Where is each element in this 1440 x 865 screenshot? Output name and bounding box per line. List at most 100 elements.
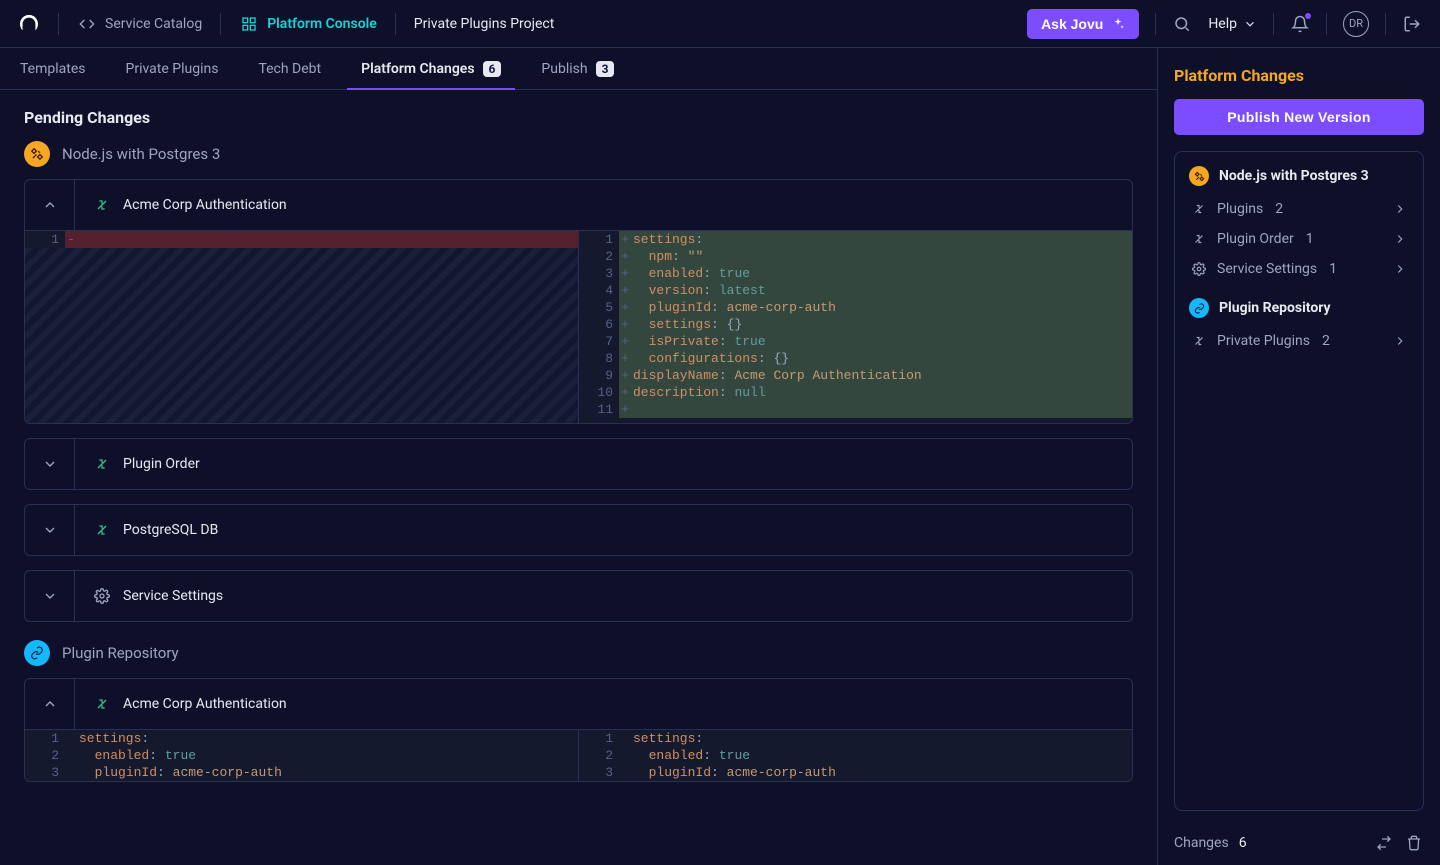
tab-label: Publish — [541, 61, 587, 77]
chevron-down-icon — [42, 522, 58, 538]
sidebar-heading: Platform Changes — [1174, 66, 1424, 85]
panel-header: Acme Corp Authentication — [25, 180, 1132, 230]
grid-icon — [239, 14, 259, 34]
panel-title-text: Plugin Order — [123, 456, 200, 472]
panel-postgresql: PostgreSQL DB — [24, 504, 1133, 556]
chevron-right-icon — [1393, 334, 1407, 348]
diff-line: 3 pluginId: acme-corp-auth — [579, 764, 1132, 781]
panel-toggle[interactable] — [25, 180, 75, 230]
divider — [220, 13, 221, 35]
group-header: Node.js with Postgres 3 — [24, 141, 1133, 167]
tab-label: Private Plugins — [126, 61, 219, 77]
diff-viewer: 1settings:2 enabled: true3 pluginId: acm… — [25, 730, 1132, 781]
main-scroll[interactable]: Pending Changes Node.js with Postgres 3 — [0, 90, 1157, 865]
plug-icon — [93, 455, 111, 473]
diff-viewer: 1- 1+settings:2+ npm: ""3+ enabled: true… — [25, 231, 1132, 423]
diff-line: 3+ enabled: true — [579, 265, 1132, 282]
tree-item-count: 1 — [1329, 261, 1337, 277]
divider — [1273, 13, 1274, 35]
panel-title-text: Service Settings — [123, 588, 223, 604]
link-icon — [1189, 298, 1209, 318]
chevron-right-icon — [1393, 262, 1407, 276]
diff-line: 3 pluginId: acme-corp-auth — [25, 764, 578, 781]
nav-label: Private Plugins Project — [414, 16, 555, 32]
panel-toggle[interactable] — [25, 505, 75, 555]
ask-jovu-button[interactable]: Ask Jovu — [1027, 9, 1139, 39]
plug-icon — [1191, 201, 1207, 217]
diff-line: 4+ version: latest — [579, 282, 1132, 299]
diff-line: 6+ settings: {} — [579, 316, 1132, 333]
group-title: Plugin Repository — [62, 644, 179, 662]
chevron-down-icon — [42, 456, 58, 472]
panel-title-text: PostgreSQL DB — [123, 522, 218, 538]
tree-item-count: 2 — [1275, 201, 1283, 217]
footer-count: 6 — [1239, 835, 1247, 851]
diff-line: 5+ pluginId: acme-corp-auth — [579, 299, 1132, 316]
tab-tech-debt[interactable]: Tech Debt — [238, 48, 341, 89]
tree-item-label: Plugins — [1217, 201, 1263, 217]
diff-line: 9+displayName: Acme Corp Authentication — [579, 367, 1132, 384]
chevron-up-icon — [42, 197, 58, 213]
nav-platform-console[interactable]: Platform Console — [239, 14, 377, 34]
avatar[interactable]: DR — [1343, 11, 1369, 37]
plug-icon — [1191, 231, 1207, 247]
diff-left: 1settings:2 enabled: true3 pluginId: acm… — [25, 730, 578, 781]
tree-item[interactable]: Service Settings1 — [1189, 254, 1409, 284]
page-title: Pending Changes — [24, 108, 1133, 127]
plug-icon — [1191, 333, 1207, 349]
button-label: Ask Jovu — [1041, 16, 1103, 32]
chevron-down-icon — [1243, 17, 1257, 31]
compare-icon[interactable] — [1374, 833, 1394, 853]
tab-templates[interactable]: Templates — [0, 48, 106, 89]
logout-icon[interactable] — [1402, 14, 1422, 34]
nav-project[interactable]: Private Plugins Project — [414, 16, 555, 32]
diff-line: 1+settings: — [579, 231, 1132, 248]
nav-label: Platform Console — [267, 16, 377, 32]
tree-item[interactable]: Plugins 2 — [1189, 194, 1409, 224]
panel-toggle[interactable] — [25, 439, 75, 489]
chevron-down-icon — [42, 588, 58, 604]
diff-line: 7+ isPrivate: true — [579, 333, 1132, 350]
diff-line: 2 enabled: true — [25, 747, 578, 764]
avatar-initials: DR — [1349, 17, 1363, 30]
gear-icon — [1191, 261, 1207, 277]
diff-line: 2+ npm: "" — [579, 248, 1132, 265]
publish-button[interactable]: Publish New Version — [1174, 99, 1424, 135]
tree-item[interactable]: Private Plugins2 — [1189, 326, 1409, 356]
help-menu[interactable]: Help — [1208, 16, 1257, 32]
tab-label: Tech Debt — [258, 61, 321, 77]
top-nav: Service Catalog Platform Console Private… — [0, 0, 1440, 48]
divider — [1155, 13, 1156, 35]
tree-item-label: Private Plugins — [1217, 333, 1310, 349]
chevron-right-icon — [1393, 202, 1407, 216]
nav-service-catalog[interactable]: Service Catalog — [77, 14, 202, 34]
tab-label: Templates — [20, 61, 86, 77]
divider — [395, 13, 396, 35]
diff-line: 11+ — [579, 401, 1132, 418]
sub-tabs: Templates Private Plugins Tech Debt Plat… — [0, 48, 1157, 90]
tree-group-title: Node.js with Postgres 3 — [1219, 168, 1369, 184]
chevron-right-icon — [1393, 232, 1407, 246]
tree-item[interactable]: Plugin Order1 — [1189, 224, 1409, 254]
tree-item-count: 1 — [1306, 231, 1314, 247]
changes-tree: Node.js with Postgres 3 Plugins 2 Plugin O… — [1174, 151, 1424, 811]
search-icon[interactable] — [1172, 14, 1192, 34]
bell-icon[interactable] — [1290, 14, 1310, 34]
nav-label: Service Catalog — [105, 16, 202, 32]
diff-right: 1+settings:2+ npm: ""3+ enabled: true4+ … — [578, 231, 1132, 423]
diff-line: 1settings: — [25, 730, 578, 747]
gear-icon — [93, 587, 111, 605]
sidebar-footer: Changes 6 — [1158, 821, 1440, 865]
diff-left: 1- — [25, 231, 578, 423]
divider — [1385, 13, 1386, 35]
divider — [1326, 13, 1327, 35]
count-badge: 6 — [483, 61, 502, 77]
tab-platform-changes[interactable]: Platform Changes 6 — [341, 48, 521, 89]
trash-icon[interactable] — [1404, 833, 1424, 853]
panel-title-text: Acme Corp Authentication — [123, 696, 287, 712]
tab-publish[interactable]: Publish 3 — [521, 48, 634, 89]
tab-private-plugins[interactable]: Private Plugins — [106, 48, 239, 89]
panel-toggle[interactable] — [25, 679, 75, 729]
tree-group: Plugin Repository — [1189, 298, 1409, 318]
panel-toggle[interactable] — [25, 571, 75, 621]
